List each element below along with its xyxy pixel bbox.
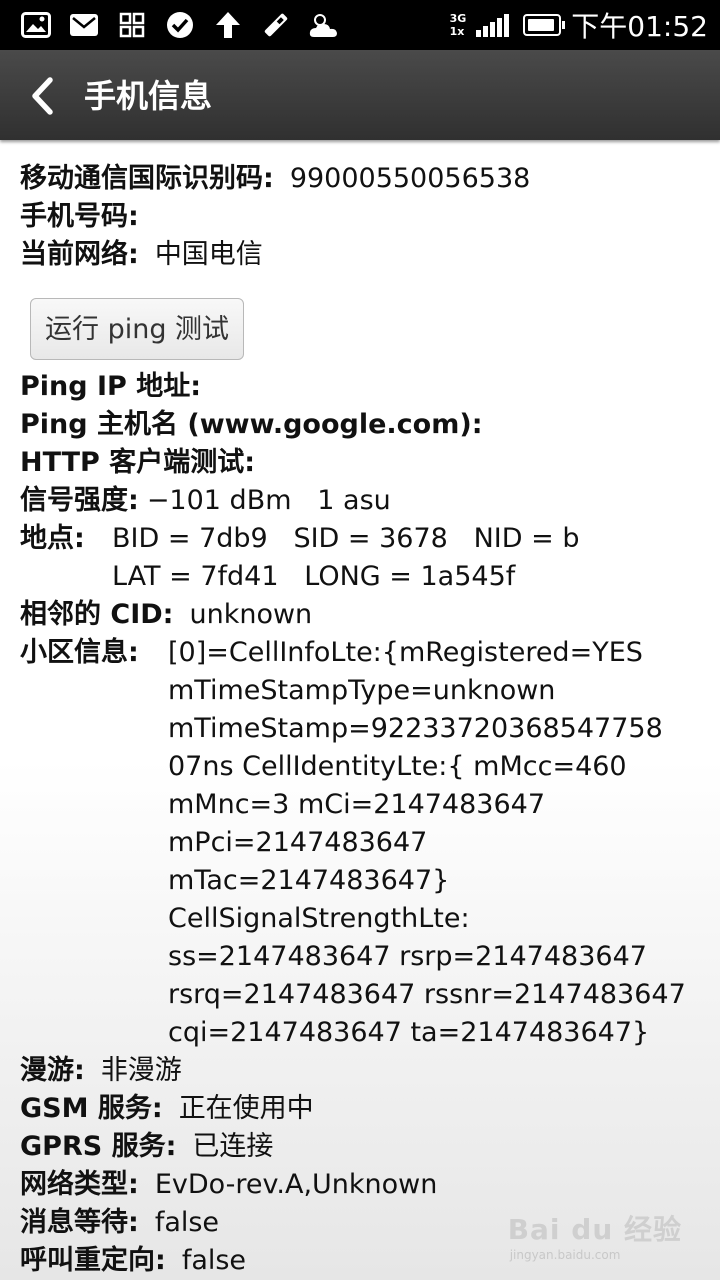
signal-strength-value: −101 dBm 1 asu (146, 485, 391, 516)
location-line-2: LAT = 7fd41 LONG = 1a545f (112, 561, 516, 592)
call-forwarding-label: 呼叫重定向: (20, 1245, 166, 1276)
message-waiting-label: 消息等待: (20, 1207, 139, 1238)
back-button[interactable] (22, 72, 66, 120)
cell-info-row: 小区信息: [0]=CellInfoLte:{mRegistered=YES m… (20, 634, 710, 1052)
clock: 下午01:52 (571, 10, 708, 43)
network-type-value: EvDo-rev.A,Unknown (154, 1169, 438, 1200)
http-test-label: HTTP 客户端测试: (20, 447, 256, 478)
ping-host-row: Ping 主机名 (www.google.com): (20, 406, 710, 444)
ping-host-label: Ping 主机名 (www.google.com): (20, 409, 483, 440)
location-row: 地点: BID = 7db9 SID = 3678 NID = b LAT = … (20, 520, 710, 596)
roaming-label: 漫游: (20, 1055, 85, 1086)
check-circle-icon (164, 9, 196, 41)
watermark-sub: jingyan.baidu.com (509, 1248, 621, 1262)
network-type-bottom: 1x (449, 25, 465, 38)
location-label: 地点: (20, 523, 85, 554)
neighbor-cid-row: 相邻的 CID: unknown (20, 596, 710, 634)
current-network-label: 当前网络: (20, 239, 139, 270)
cell-info-line: mPci=2147483647 (168, 827, 428, 858)
cell-info-line: [0]=CellInfoLte:{mRegistered=YES (168, 637, 643, 668)
gprs-service-label: GPRS 服务: (20, 1131, 177, 1162)
upload-icon (212, 9, 244, 41)
roaming-row: 漫游: 非漫游 (20, 1052, 710, 1090)
cell-info-line: 07ns CellIdentityLte:{ mMcc=460 (168, 751, 627, 782)
image-icon (20, 9, 52, 41)
gsm-service-label: GSM 服务: (20, 1093, 163, 1124)
ping-ip-label: Ping IP 地址: (20, 371, 202, 402)
cell-info-line: mTac=2147483647} (168, 865, 450, 896)
signal-strength-label: 信号强度: (20, 485, 139, 516)
gsm-service-row: GSM 服务: 正在使用中 (20, 1090, 710, 1128)
run-ping-test-button[interactable]: 运行 ping 测试 (30, 298, 245, 360)
phone-number-row: 手机号码: (20, 198, 710, 236)
gprs-service-value: 已连接 (192, 1131, 274, 1162)
watermark-main: Bai du 经验 (507, 1213, 682, 1246)
neighbor-cid-value: unknown (189, 599, 313, 630)
network-type-top: 3G (449, 12, 467, 25)
location-line-1: BID = 7db9 SID = 3678 NID = b (112, 523, 580, 554)
imei-value: 99000550056538 (289, 163, 531, 194)
cell-info-line: mTimeStampType=unknown (168, 675, 556, 706)
cell-info-value: [0]=CellInfoLte:{mRegistered=YES mTimeSt… (168, 634, 686, 1052)
imei-label: 移动通信国际识别码: (20, 163, 274, 194)
baidu-jingyan-watermark: Bai du 经验 jingyan.baidu.com (508, 1208, 682, 1262)
cell-info-line: mMnc=3 mCi=2147483647 (168, 789, 545, 820)
http-test-row: HTTP 客户端测试: (20, 444, 710, 482)
imei-row: 移动通信国际识别码: 99000550056538 (20, 160, 710, 198)
phone-info-content: 移动通信国际识别码: 99000550056538 手机号码: 当前网络: 中国… (20, 160, 710, 1280)
network-indicator: 3G 1x (450, 12, 467, 38)
current-network-row: 当前网络: 中国电信 (20, 236, 710, 274)
call-forwarding-value: false (181, 1245, 247, 1276)
cell-info-line: rsrq=2147483647 rssnr=2147483647 (168, 979, 686, 1010)
current-network-value: 中国电信 (154, 239, 263, 270)
roaming-value: 非漫游 (100, 1055, 182, 1086)
gprs-service-row: GPRS 服务: 已连接 (20, 1128, 710, 1166)
network-type-label: 网络类型: (20, 1169, 139, 1200)
neighbor-cid-label: 相邻的 CID: (20, 599, 174, 630)
cell-info-line: mTimeStamp=92233720368547758 (168, 713, 663, 744)
network-type-row: 网络类型: EvDo-rev.A,Unknown (20, 1166, 710, 1204)
status-bar: 3G 1x 下午01:52 (0, 0, 720, 50)
page-title: 手机信息 (84, 77, 213, 115)
tools-icon (260, 9, 292, 41)
gsm-service-value: 正在使用中 (178, 1093, 314, 1124)
apps-icon (116, 9, 148, 41)
battery-icon (523, 14, 566, 36)
action-bar: 手机信息 (0, 50, 720, 140)
signal-strength-icon (476, 13, 511, 37)
signal-strength-row: 信号强度: −101 dBm 1 asu (20, 482, 710, 520)
cell-info-line: cqi=2147483647 ta=2147483647} (168, 1017, 650, 1048)
cell-info-line: CellSignalStrengthLte: (168, 903, 470, 934)
cell-info-line: ss=2147483647 rsrp=2147483647 (168, 941, 647, 972)
weather-icon (308, 9, 340, 41)
ping-ip-row: Ping IP 地址: (20, 368, 710, 406)
phone-number-label: 手机号码: (20, 201, 139, 232)
mail-icon (68, 9, 100, 41)
chevron-left-icon (32, 77, 53, 115)
message-waiting-value: false (154, 1207, 220, 1238)
cell-info-label: 小区信息: (20, 637, 139, 668)
